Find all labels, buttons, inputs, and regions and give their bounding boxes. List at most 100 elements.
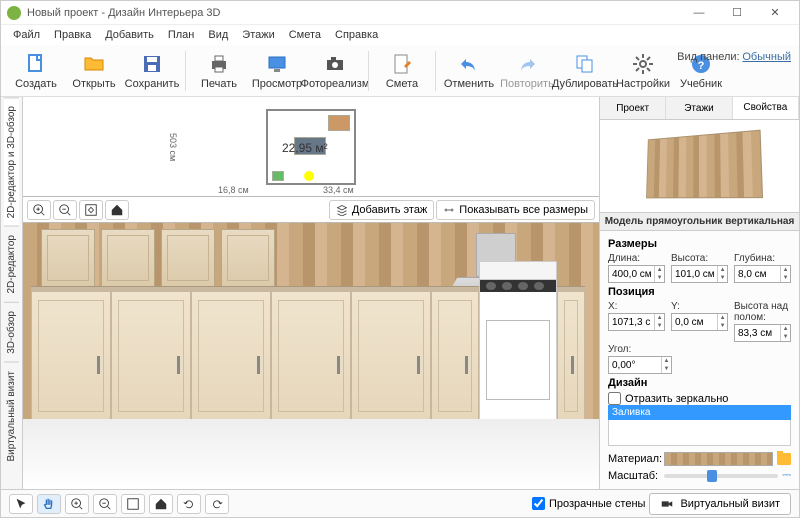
height-input[interactable]: ▲▼	[671, 265, 728, 283]
tab-project[interactable]: Проект	[600, 97, 666, 119]
menu-add[interactable]: Добавить	[99, 27, 160, 43]
duplicate-icon	[573, 52, 597, 76]
video-camera-icon	[660, 497, 674, 511]
scale-slider[interactable]	[664, 474, 778, 478]
menubar: Файл Правка Добавить План Вид Этажи Смет…	[1, 25, 799, 45]
home-button[interactable]	[105, 200, 129, 220]
document-edit-icon	[390, 52, 414, 76]
scale-options-icon[interactable]: ⎓	[782, 469, 791, 482]
view-mode-label: Вид панели: Обычный	[677, 51, 791, 63]
stove	[479, 261, 557, 421]
create-button[interactable]: Создать	[7, 47, 65, 95]
add-floor-button[interactable]: Добавить этаж	[329, 200, 434, 220]
design-header: Дизайн	[608, 377, 791, 389]
camera-icon	[323, 52, 347, 76]
2d-plan-view[interactable]: 503 см 22,95 м² 16,8 см 33,4 см	[23, 97, 599, 197]
estimate-button[interactable]: Смета	[373, 47, 431, 95]
y-input[interactable]: ▲▼	[671, 313, 728, 331]
angle-input[interactable]: ▲▼	[608, 356, 672, 374]
menu-view[interactable]: Вид	[202, 27, 234, 43]
save-button[interactable]: Сохранить	[123, 47, 181, 95]
settings-button[interactable]: Настройки	[614, 47, 672, 95]
zoom-out-3d-button[interactable]	[93, 494, 117, 514]
zoom-out-button[interactable]	[53, 200, 77, 220]
view-toolbar: Добавить этаж Показывать все размеры	[23, 197, 599, 223]
cursor-tool-button[interactable]	[9, 494, 33, 514]
monitor-icon	[265, 52, 289, 76]
menu-estimate[interactable]: Смета	[283, 27, 327, 43]
x-input[interactable]: ▲▼	[608, 313, 665, 331]
model-name: Модель прямоугольник вертикальная	[600, 213, 799, 231]
length-input[interactable]: ▲▼	[608, 265, 665, 283]
rotate-left-button[interactable]	[177, 494, 201, 514]
fill-listbox[interactable]	[608, 420, 791, 446]
home-3d-button[interactable]	[149, 494, 173, 514]
model-preview	[600, 120, 799, 213]
menu-file[interactable]: Файл	[7, 27, 46, 43]
window-title: Новый проект - Дизайн Интерьера 3D	[27, 7, 681, 19]
show-dimensions-button[interactable]: Показывать все размеры	[436, 200, 595, 220]
preview-button[interactable]: Просмотр	[248, 47, 306, 95]
mirror-checkbox[interactable]: Отразить зеркально	[608, 392, 791, 405]
floor	[23, 419, 599, 489]
close-button[interactable]: ✕	[757, 3, 793, 23]
layers-icon	[336, 204, 348, 216]
open-button[interactable]: Открыть	[65, 47, 123, 95]
redo-button[interactable]: Повторить	[498, 47, 556, 95]
sizes-header: Размеры	[608, 238, 791, 250]
menu-edit[interactable]: Правка	[48, 27, 97, 43]
maximize-button[interactable]: ☐	[719, 3, 755, 23]
new-file-icon	[24, 52, 48, 76]
redo-icon	[515, 52, 539, 76]
tab-floors[interactable]: Этажи	[666, 97, 732, 119]
depth-input[interactable]: ▲▼	[734, 265, 791, 283]
main-viewport: 503 см 22,95 м² 16,8 см 33,4 см Добавить…	[23, 97, 599, 489]
vertical-tabs: 2D-редактор и 3D-обзор 2D-редактор 3D-об…	[1, 97, 23, 489]
transparent-walls-checkbox[interactable]: Прозрачные стены	[532, 497, 645, 510]
menu-floors[interactable]: Этажи	[236, 27, 280, 43]
vtab-2d[interactable]: 2D-редактор	[4, 226, 19, 302]
zoom-in-button[interactable]	[27, 200, 51, 220]
duplicate-button[interactable]: Дублировать	[556, 47, 614, 95]
dimensions-icon	[443, 204, 455, 216]
vtab-virtual[interactable]: Виртуальный визит	[4, 362, 19, 470]
app-icon	[7, 6, 21, 20]
properties-panel: Проект Этажи Свойства Модель прямоугольн…	[599, 97, 799, 489]
browse-material-button[interactable]	[777, 453, 791, 465]
rotate-right-button[interactable]	[205, 494, 229, 514]
upper-cabinet	[101, 229, 155, 287]
view-mode-link[interactable]: Обычный	[742, 51, 791, 63]
upper-cabinet	[161, 229, 215, 287]
zoom-fit-3d-button[interactable]	[121, 494, 145, 514]
folder-open-icon	[82, 52, 106, 76]
zoom-fit-button[interactable]	[79, 200, 103, 220]
minimize-button[interactable]: —	[681, 3, 717, 23]
zoom-in-3d-button[interactable]	[65, 494, 89, 514]
toolbar: Создать Открыть Сохранить Печать Просмот…	[1, 45, 799, 97]
save-icon	[140, 52, 164, 76]
tab-properties[interactable]: Свойства	[733, 97, 799, 119]
print-button[interactable]: Печать	[190, 47, 248, 95]
floor-plan[interactable]: 22,95 м²	[266, 109, 356, 185]
dim-bot-left: 16,8 см	[218, 185, 249, 195]
menu-help[interactable]: Справка	[329, 27, 384, 43]
3d-view[interactable]	[23, 223, 599, 489]
photorealism-button[interactable]: Фотореализм	[306, 47, 364, 95]
fill-option[interactable]: Заливка	[608, 405, 791, 420]
z-input[interactable]: ▲▼	[734, 324, 791, 342]
vtab-2d-3d[interactable]: 2D-редактор и 3D-обзор	[4, 97, 19, 226]
material-preview	[664, 452, 773, 466]
undo-icon	[457, 52, 481, 76]
pan-tool-button[interactable]	[37, 494, 61, 514]
menu-plan[interactable]: План	[162, 27, 201, 43]
titlebar: Новый проект - Дизайн Интерьера 3D — ☐ ✕	[1, 1, 799, 25]
position-header: Позиция	[608, 286, 791, 298]
print-icon	[207, 52, 231, 76]
vtab-3d[interactable]: 3D-обзор	[4, 302, 19, 362]
upper-cabinet	[41, 229, 95, 287]
status-bar: Прозрачные стены Виртуальный визит	[1, 489, 799, 517]
dim-left: 503 см	[168, 133, 178, 161]
undo-button[interactable]: Отменить	[440, 47, 498, 95]
virtual-visit-button[interactable]: Виртуальный визит	[649, 493, 791, 515]
dim-bot-right: 33,4 см	[323, 185, 354, 195]
